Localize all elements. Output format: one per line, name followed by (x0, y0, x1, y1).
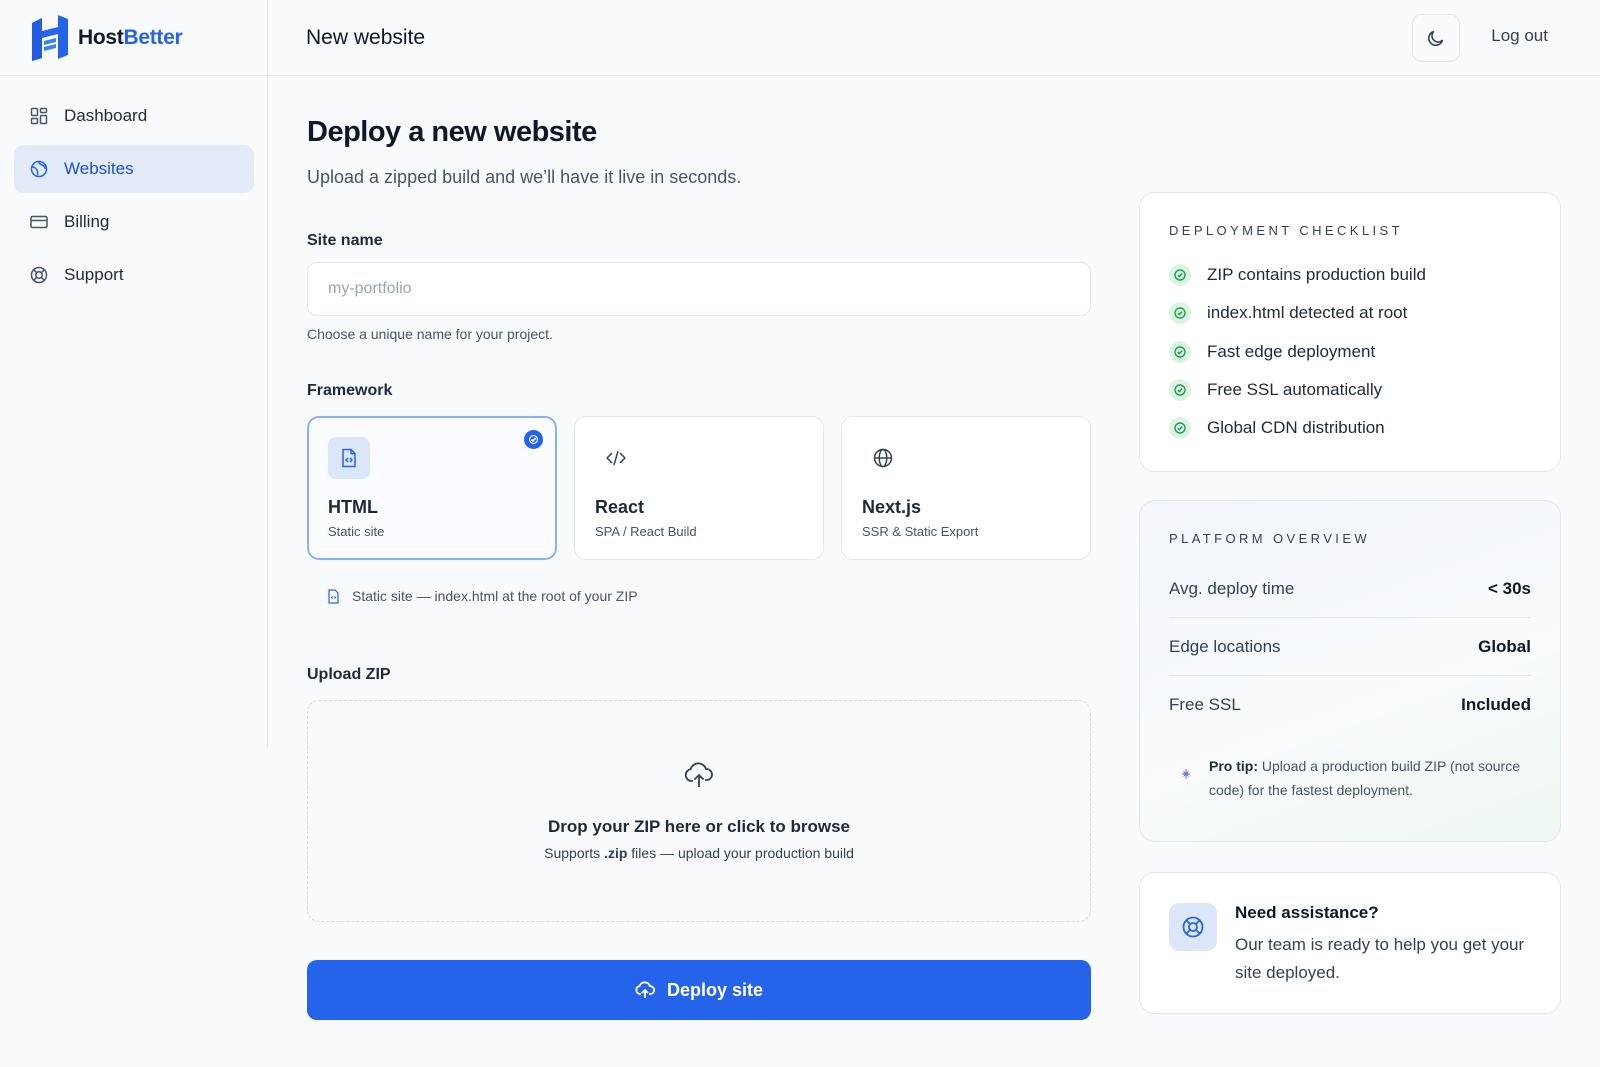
dropzone-title: Drop your ZIP here or click to browse (548, 817, 850, 836)
platform-overview-card: PLATFORM OVERVIEW Avg. deploy time < 30s… (1139, 500, 1561, 842)
framework-desc: SPA / React Build (595, 524, 697, 539)
help-text: Our team is ready to help you get your s… (1235, 935, 1525, 982)
pro-tip-text: Pro tip: Upload a production build ZIP (… (1209, 754, 1531, 802)
checklist-items: ZIP contains production build index.html… (1169, 256, 1531, 447)
checklist-item-text: Free SSL automatically (1207, 380, 1383, 400)
sidebar-item-label: Billing (64, 212, 110, 231)
overview-rows: Avg. deploy time < 30s Edge locations Gl… (1169, 560, 1531, 734)
main-content: Deploy a new website Upload a zipped bui… (307, 76, 1091, 1020)
overview-row: Avg. deploy time < 30s (1169, 560, 1531, 618)
sidebar-item-support[interactable]: Support (14, 251, 254, 299)
framework-desc: SSR & Static Export (862, 524, 979, 539)
brand-name: HostBetter (78, 25, 183, 50)
brand-name-host: Host (78, 25, 124, 49)
site-name-input[interactable] (307, 262, 1091, 316)
overview-value: < 30s (1487, 578, 1531, 598)
checklist-item: Global CDN distribution (1169, 409, 1531, 447)
deploy-site-button[interactable]: Deploy site (307, 960, 1091, 1020)
sidebar-item-label: Support (64, 265, 124, 284)
checklist-item-text: Global CDN distribution (1207, 418, 1385, 438)
deploy-site-label: Deploy site (666, 979, 764, 1000)
sidebar-item-billing[interactable]: Billing (14, 198, 254, 246)
overview-row: Edge locations Global (1169, 618, 1531, 676)
page-subtitle: Upload a zipped build and we’ll have it … (307, 167, 742, 187)
sidebar-item-label: Dashboard (64, 106, 148, 125)
help-title: Need assistance? (1235, 903, 1379, 922)
checklist-item-text: index.html detected at root (1207, 303, 1408, 323)
sparkle-icon (1181, 768, 1191, 780)
cloud-upload-icon (635, 981, 655, 999)
overview-key: Edge locations (1169, 636, 1281, 656)
framework-option-html[interactable]: HTML Static site (307, 416, 557, 560)
checklist-item: ZIP contains production build (1169, 256, 1531, 294)
site-name-hint: Choose a unique name for your project. (307, 326, 553, 342)
overview-row: Free SSL Included (1169, 676, 1531, 734)
framework-option-react[interactable]: React SPA / React Build (574, 416, 824, 560)
sidebar: HostBetter Dashboard Websites Billing Su… (0, 0, 268, 1067)
sidebar-item-websites[interactable]: Websites (14, 145, 254, 193)
code-icon (595, 437, 637, 479)
framework-name: Next.js (862, 497, 922, 517)
page-title: Deploy a new website (307, 116, 597, 148)
pro-tip-label: Pro tip: (1209, 758, 1258, 774)
checklist-item: Fast edge deployment (1169, 333, 1531, 371)
check-circle-icon (1169, 264, 1191, 287)
check-circle-icon (1169, 302, 1191, 325)
upload-label: Upload ZIP (307, 666, 391, 683)
framework-name: React (595, 497, 645, 517)
overview-title: PLATFORM OVERVIEW (1169, 531, 1371, 546)
checklist-item: Free SSL automatically (1169, 371, 1531, 409)
logout-button[interactable]: Log out (1491, 26, 1548, 46)
overview-key: Avg. deploy time (1169, 578, 1295, 598)
pro-tip: Pro tip: Upload a production build ZIP (… (1169, 754, 1531, 802)
zip-dropzone[interactable]: Drop your ZIP here or click to browse Su… (307, 700, 1091, 922)
cloud-upload-icon (684, 761, 714, 789)
framework-label: Framework (307, 382, 393, 399)
deployment-checklist-card: DEPLOYMENT CHECKLIST ZIP contains produc… (1139, 192, 1561, 472)
check-circle-icon (1169, 340, 1191, 363)
need-assistance-card[interactable]: Need assistance? Our team is ready to he… (1139, 872, 1561, 1014)
selected-check-icon (524, 430, 543, 449)
site-name-label: Site name (307, 232, 383, 249)
globe-icon (30, 160, 48, 178)
sidebar-item-dashboard[interactable]: Dashboard (14, 92, 254, 140)
page-header-title: New website (306, 25, 426, 49)
dropzone-sub-suffix: files — upload your production build (627, 845, 854, 861)
theme-toggle-button[interactable] (1412, 14, 1460, 62)
framework-note-text: Static site — index.html at the root of … (352, 588, 638, 604)
overview-value: Included (1461, 695, 1531, 714)
brand-name-better: Better (123, 25, 183, 49)
credit-card-icon (30, 213, 48, 231)
dropzone-subtitle: Supports .zip files — upload your produc… (544, 845, 854, 861)
framework-name: HTML (328, 497, 378, 517)
help-content: Need assistance? Our team is ready to he… (1235, 903, 1531, 987)
checklist-item-text: Fast edge deployment (1207, 341, 1376, 361)
checklist-title: DEPLOYMENT CHECKLIST (1169, 223, 1403, 238)
dropzone-sub-ext: .zip (604, 845, 628, 861)
hostbetter-logo-icon (32, 14, 68, 61)
file-code-icon (327, 588, 340, 604)
overview-key: Free SSL (1169, 695, 1241, 714)
framework-option-nextjs[interactable]: Next.js SSR & Static Export (841, 416, 1091, 560)
brand[interactable]: HostBetter (0, 0, 268, 76)
sidebar-item-label: Websites (64, 159, 134, 178)
dashboard-icon (30, 107, 48, 125)
moon-icon (1428, 30, 1444, 46)
dropzone-sub-prefix: Supports (544, 845, 605, 861)
framework-note: Static site — index.html at the root of … (327, 588, 1091, 604)
top-header: New website Log out (268, 0, 1600, 76)
check-circle-icon (1169, 417, 1191, 440)
sidebar-nav: Dashboard Websites Billing Support (0, 76, 268, 320)
lifebuoy-icon (1169, 903, 1217, 951)
checklist-item: index.html detected at root (1169, 294, 1531, 332)
sidebar-divider (267, 0, 268, 748)
checklist-item-text: ZIP contains production build (1207, 265, 1426, 285)
check-circle-icon (1169, 379, 1191, 402)
framework-desc: Static site (328, 524, 385, 539)
overview-value: Global (1478, 636, 1531, 656)
globe-icon (862, 437, 904, 479)
lifebuoy-icon (30, 266, 48, 284)
file-code-icon (328, 437, 370, 479)
framework-options: HTML Static site React SPA / React Build… (307, 416, 1091, 560)
